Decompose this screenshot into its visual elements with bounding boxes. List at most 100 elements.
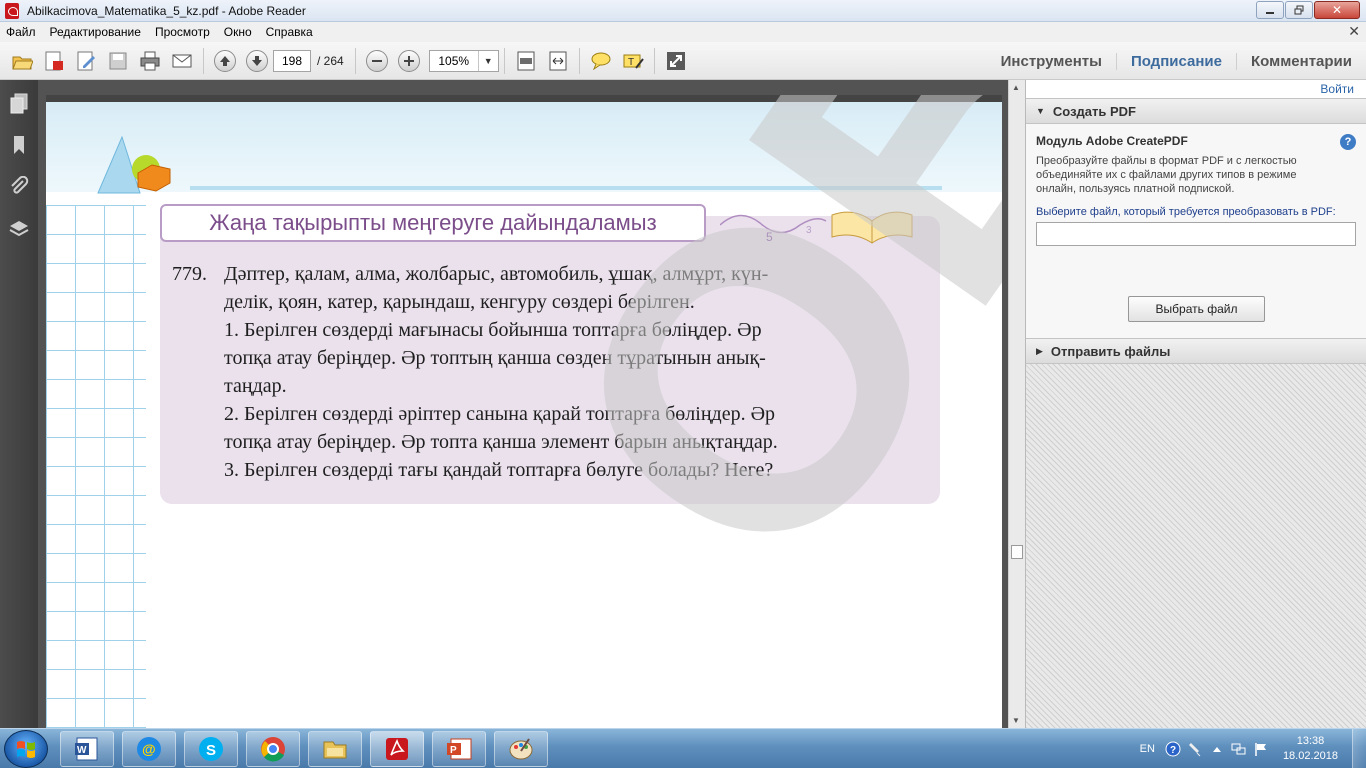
help-icon[interactable]: ? xyxy=(1340,134,1356,150)
menu-edit[interactable]: Редактирование xyxy=(50,25,141,39)
taskbar-chrome[interactable] xyxy=(246,731,300,767)
layers-button[interactable] xyxy=(0,208,38,250)
scroll-down-arrow-icon[interactable]: ▼ xyxy=(1012,716,1020,725)
zoom-value[interactable] xyxy=(429,53,478,68)
help-tray-icon[interactable]: ? xyxy=(1165,741,1181,757)
toolbar-divider xyxy=(653,47,655,74)
skype-icon: S xyxy=(199,737,223,761)
taskbar-word[interactable]: W xyxy=(60,731,114,767)
windows-logo-icon xyxy=(17,741,35,758)
svg-text:T: T xyxy=(628,57,634,68)
create-pdf-section-header[interactable]: ▼ Создать PDF xyxy=(1026,98,1366,124)
zoom-select[interactable]: ▼ xyxy=(428,49,499,72)
edit-pdf-button[interactable] xyxy=(73,48,99,74)
previous-page-button[interactable] xyxy=(212,48,238,74)
print-button[interactable] xyxy=(137,48,163,74)
module-title: Модуль Adobe CreatePDF xyxy=(1036,134,1188,148)
action-center-flag-icon[interactable] xyxy=(1253,741,1269,757)
menu-bar: Файл Редактирование Просмотр Окно Справк… xyxy=(0,22,1366,42)
paint-palette-icon xyxy=(509,738,533,760)
email-button[interactable] xyxy=(169,48,195,74)
svg-text:?: ? xyxy=(1170,745,1176,756)
save-icon xyxy=(109,52,127,69)
show-hidden-icons-icon[interactable] xyxy=(1209,741,1225,757)
selected-file-field[interactable] xyxy=(1036,222,1356,246)
minus-icon xyxy=(365,49,388,72)
grid-margin xyxy=(46,205,146,728)
tools-panel: Войти ▼ Создать PDF Модуль Adobe CreateP… xyxy=(1025,80,1366,728)
clock[interactable]: 13:38 18.02.2018 xyxy=(1283,734,1338,764)
menu-view[interactable]: Просмотр xyxy=(155,25,210,39)
pen-tray-icon[interactable] xyxy=(1187,741,1203,757)
open-folder-icon xyxy=(12,56,33,69)
sticky-note-button[interactable] xyxy=(588,48,614,74)
select-file-button[interactable]: Выбрать файл xyxy=(1128,296,1265,322)
taskbar-paint[interactable] xyxy=(494,731,548,767)
language-indicator[interactable]: EN xyxy=(1140,743,1155,755)
comment-bubble-icon xyxy=(591,52,611,70)
tab-sign[interactable]: Подписание xyxy=(1115,52,1236,70)
problem-779: 779. Дәптер, қалам, алма, жолбарыс, авто… xyxy=(172,260,932,484)
fit-page-button[interactable] xyxy=(513,48,539,74)
create-pdf-icon xyxy=(45,51,63,70)
start-button[interactable] xyxy=(4,730,48,768)
fit-width-icon xyxy=(549,51,567,70)
fit-width-button[interactable] xyxy=(545,48,571,74)
problem-line: топқа атау беріңдер. Әр топта қанша элем… xyxy=(224,431,778,453)
taskbar-explorer[interactable] xyxy=(308,731,362,767)
page-number-input[interactable] xyxy=(273,49,311,72)
section-banner: Жаңа тақырыпты меңгеруге дайындаламыз xyxy=(160,204,706,242)
problem-line: топқа атау беріңдер. Әр топтың қанша сөз… xyxy=(224,347,766,369)
svg-text:3: 3 xyxy=(806,225,812,236)
network-icon[interactable] xyxy=(1231,741,1247,757)
taskbar-adobe-reader[interactable] xyxy=(370,731,424,767)
arrow-down-icon xyxy=(246,49,268,72)
taskbar-mail[interactable]: @ xyxy=(122,731,176,767)
scroll-up-arrow-icon[interactable]: ▲ xyxy=(1012,83,1020,92)
menu-file[interactable]: Файл xyxy=(6,25,36,39)
select-file-label: Выберите файл, который требуется преобра… xyxy=(1036,206,1336,218)
taskbar-skype[interactable]: S xyxy=(184,731,238,767)
next-page-button[interactable] xyxy=(244,48,270,74)
create-pdf-title: Создать PDF xyxy=(1052,103,1136,119)
page-top-strip xyxy=(46,95,1002,102)
zoom-in-button[interactable] xyxy=(396,48,422,74)
page-thumbnails-button[interactable] xyxy=(0,82,38,124)
restore-button[interactable] xyxy=(1285,1,1313,19)
folder-icon xyxy=(323,741,347,759)
tab-comments[interactable]: Комментарии xyxy=(1235,52,1366,70)
menu-help[interactable]: Справка xyxy=(266,25,313,39)
tab-tools[interactable]: Инструменты xyxy=(987,53,1116,70)
title-bar: Abilkacimova_Matematika_5_kz.pdf - Adobe… xyxy=(0,0,1366,22)
minimize-button[interactable] xyxy=(1256,1,1284,19)
triangle-down-icon: ▼ xyxy=(1036,106,1045,116)
login-link[interactable]: Войти xyxy=(1320,82,1354,96)
create-pdf-button[interactable] xyxy=(41,48,67,74)
bookmarks-button[interactable] xyxy=(0,124,38,166)
taskbar-powerpoint[interactable]: P xyxy=(432,731,486,767)
menu-window[interactable]: Окно xyxy=(224,25,252,39)
close-button[interactable]: ✕ xyxy=(1314,1,1360,19)
problem-line: 2. Берілген сөздерді әріптер санына қара… xyxy=(224,403,776,425)
send-files-section-header[interactable]: ▶ Отправить файлы xyxy=(1026,338,1366,364)
attachments-button[interactable] xyxy=(0,166,38,208)
open-file-button[interactable] xyxy=(9,48,35,74)
highlight-button[interactable]: T xyxy=(620,48,646,74)
problem-line: Дәптер, қалам, алма, жолбарыс, автомобил… xyxy=(224,263,769,285)
svg-text:P: P xyxy=(450,745,457,756)
zoom-out-button[interactable] xyxy=(364,48,390,74)
chevron-down-icon[interactable]: ▼ xyxy=(477,50,498,71)
clock-date: 18.02.2018 xyxy=(1282,750,1338,762)
pdf-page: Жаңа тақырыпты меңгеруге дайындаламыз 5 … xyxy=(46,95,1002,728)
full-screen-button[interactable] xyxy=(663,48,689,74)
document-close-icon[interactable]: ✕ xyxy=(1348,23,1360,40)
save-button[interactable] xyxy=(105,48,131,74)
adobe-reader-icon xyxy=(5,2,19,19)
scroll-thumb[interactable] xyxy=(1011,545,1023,559)
layers-icon xyxy=(9,221,29,237)
show-desktop-button[interactable] xyxy=(1352,729,1366,768)
document-viewer[interactable]: Жаңа тақырыпты меңгеруге дайындаламыз 5 … xyxy=(38,80,1008,728)
triangle-right-icon: ▶ xyxy=(1036,345,1043,356)
vertical-scrollbar[interactable]: ▲ ▼ xyxy=(1008,80,1025,728)
svg-text:S: S xyxy=(206,742,216,759)
